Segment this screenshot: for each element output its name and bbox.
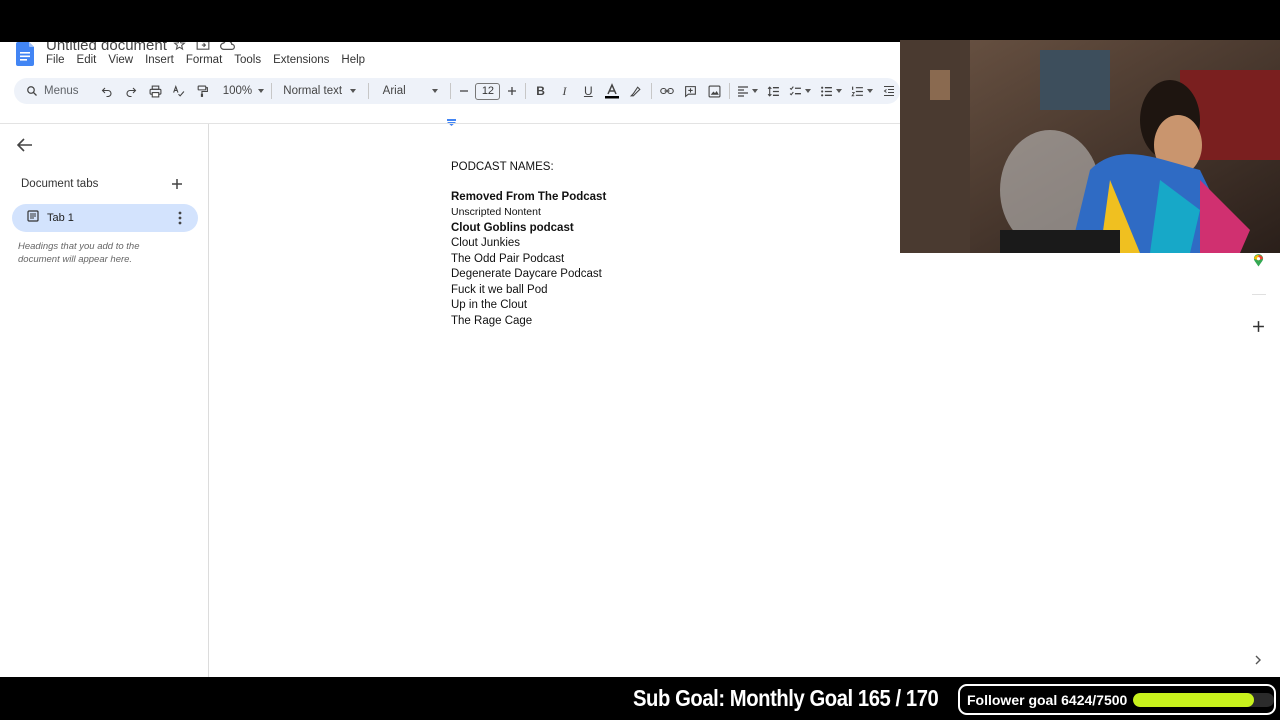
back-arrow-icon[interactable]	[16, 138, 33, 157]
headings-hint-text: Headings that you add to the document wi…	[18, 241, 140, 265]
numbered-list-icon[interactable]	[847, 80, 879, 102]
doc-line: Degenerate Daycare Podcast	[451, 268, 602, 280]
document-outline-sidebar: Document tabs Tab 1 Headings that you ad…	[0, 124, 209, 677]
spellcheck-icon[interactable]	[167, 80, 191, 102]
cloud-status-icon[interactable]	[220, 42, 235, 52]
paragraph-style-value: Normal text	[283, 85, 343, 97]
toolbar-divider	[524, 83, 526, 99]
font-select[interactable]: Arial	[372, 80, 448, 102]
document-body[interactable]: PODCAST NAMES: Removed From The Podcast …	[451, 160, 871, 329]
chevron-down-icon	[431, 89, 438, 93]
search-menus-button[interactable]: Menus	[14, 80, 92, 102]
toolbar-divider	[650, 83, 652, 99]
text-color-icon[interactable]	[600, 80, 624, 102]
toolbar: Menus 100% Normal text Arial 12 B I U	[14, 78, 900, 104]
doc-heading: PODCAST NAMES:	[451, 161, 554, 173]
undo-icon[interactable]	[96, 80, 120, 102]
menu-file[interactable]: File	[46, 54, 71, 66]
chevron-down-icon	[350, 89, 357, 93]
side-panel-divider	[1252, 294, 1266, 295]
indent-marker-icon[interactable]	[447, 113, 456, 126]
menu-view[interactable]: View	[102, 54, 139, 66]
sub-goal-text: Sub Goal: Monthly Goal 165 / 170	[633, 685, 939, 711]
doc-line: Unscripted Nontent	[451, 206, 541, 218]
menu-extensions[interactable]: Extensions	[267, 54, 335, 66]
tab-label: Tab 1	[47, 212, 74, 224]
document-title[interactable]: Untitled document	[46, 42, 167, 54]
menu-tools[interactable]: Tools	[228, 54, 267, 66]
docs-logo-icon[interactable]	[16, 42, 36, 66]
get-addons-icon[interactable]	[1252, 320, 1265, 338]
expand-side-panel-icon[interactable]	[1254, 652, 1262, 670]
toolbar-divider	[271, 83, 273, 99]
follower-goal-progress-fill	[1133, 692, 1254, 707]
menu-bar: File Edit View Insert Format Tools Exten…	[46, 54, 371, 66]
insert-link-icon[interactable]	[655, 80, 679, 102]
insert-image-icon[interactable]	[703, 80, 727, 102]
stream-frame: Untitled document File Edit View Insert …	[0, 0, 1280, 720]
highlight-color-icon[interactable]	[624, 80, 648, 102]
chevron-down-icon	[804, 89, 811, 93]
document-tab-icon	[27, 209, 39, 227]
chevron-down-icon	[867, 89, 874, 93]
toolbar-divider	[367, 83, 369, 99]
chevron-down-icon	[258, 89, 265, 93]
toolbar-divider	[450, 83, 452, 99]
redo-icon[interactable]	[119, 80, 143, 102]
search-menus-label: Menus	[44, 85, 79, 97]
italic-icon[interactable]: I	[553, 80, 577, 102]
follower-goal-progress-bar	[1133, 692, 1274, 707]
chevron-down-icon	[835, 89, 842, 93]
font-size-field[interactable]: 12	[474, 80, 502, 102]
streamer-webcam	[900, 40, 1280, 253]
doc-line: Clout Goblins podcast	[451, 221, 574, 234]
zoom-select[interactable]: 100%	[219, 80, 269, 102]
menu-edit[interactable]: Edit	[71, 54, 103, 66]
bold-icon[interactable]: B	[529, 80, 553, 102]
bulleted-list-icon[interactable]	[815, 80, 847, 102]
stream-overlay-bar: Sub Goal: Monthly Goal 165 / 170 Followe…	[0, 677, 1280, 720]
doc-line: The Odd Pair Podcast	[451, 252, 565, 265]
doc-line: Clout Junkies	[451, 237, 521, 249]
menu-insert[interactable]: Insert	[139, 54, 180, 66]
document-tabs-heading: Document tabs	[21, 178, 99, 190]
zoom-value: 100%	[222, 85, 253, 97]
paragraph-style-select[interactable]: Normal text	[275, 80, 364, 102]
menu-help[interactable]: Help	[335, 54, 371, 66]
decrease-font-size-icon[interactable]	[454, 80, 474, 102]
add-tab-icon[interactable]	[171, 177, 183, 195]
follower-goal-label: Follower goal 6424/7500	[967, 691, 1128, 708]
search-icon	[27, 86, 37, 96]
menu-format[interactable]: Format	[180, 54, 228, 66]
maps-addon-icon[interactable]	[1253, 254, 1264, 272]
star-icon[interactable]	[173, 42, 187, 52]
indent-icon[interactable]	[878, 80, 900, 102]
align-icon[interactable]	[733, 80, 761, 102]
doc-line: Fuck it we ball Pod	[451, 283, 548, 296]
line-spacing-icon[interactable]	[761, 80, 785, 102]
toolbar-divider	[729, 83, 731, 99]
add-comment-icon[interactable]	[679, 80, 703, 102]
sidebar-tab-1[interactable]: Tab 1	[12, 204, 198, 232]
more-options-icon[interactable]	[178, 211, 182, 230]
doc-line: The Rage Cage	[451, 314, 533, 327]
doc-line: Removed From The Podcast	[451, 190, 607, 203]
print-icon[interactable]	[143, 80, 167, 102]
move-to-folder-icon[interactable]	[196, 42, 210, 52]
follower-goal-widget: Follower goal 6424/7500	[958, 684, 1276, 715]
doc-line: Up in the Clout	[451, 299, 528, 311]
checklist-icon[interactable]	[785, 80, 815, 102]
paint-format-icon[interactable]	[191, 80, 215, 102]
chevron-down-icon	[751, 89, 758, 93]
increase-font-size-icon[interactable]	[502, 80, 522, 102]
docs-header: Untitled document File Edit View Insert …	[0, 42, 900, 72]
underline-icon[interactable]: U	[576, 80, 600, 102]
font-value: Arial	[382, 85, 406, 97]
font-size-value: 12	[475, 82, 501, 100]
